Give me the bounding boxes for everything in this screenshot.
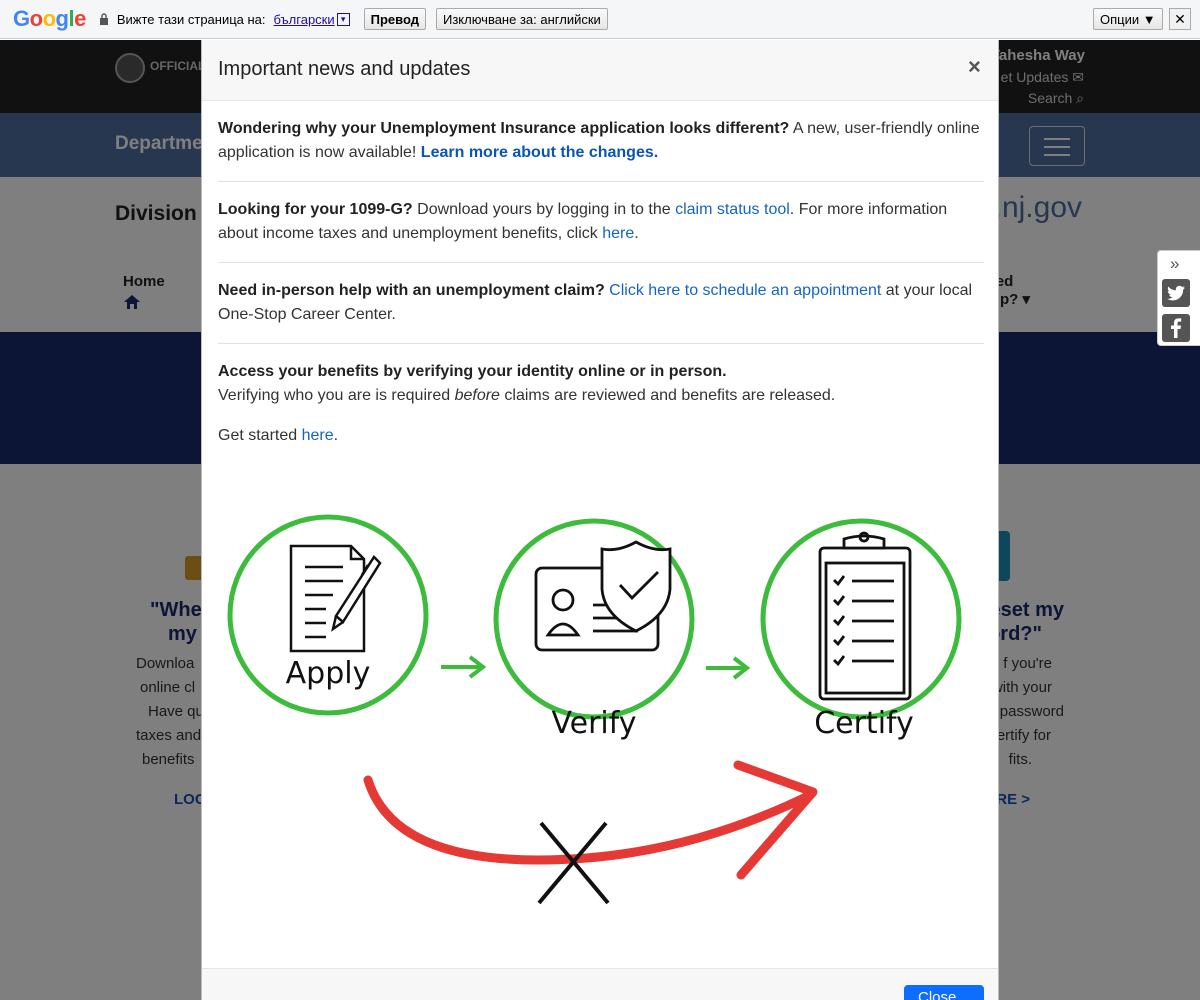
income-taxes-here-link[interactable]: here [602, 225, 634, 242]
news-item-application: Wondering why your Unemployment Insuranc… [218, 101, 984, 182]
close-translate-bar-button[interactable]: ✕ [1169, 8, 1191, 30]
social-share-widget: » [1157, 250, 1200, 346]
clipboard-checklist-icon [818, 531, 912, 701]
translate-prompt: Вижте тази страница на: [116, 11, 266, 27]
close-button[interactable]: Close [904, 985, 984, 1000]
exclude-language-button[interactable]: Изключване за: английски [435, 8, 608, 30]
options-button[interactable]: Опции ▼ [1093, 8, 1163, 30]
twitter-icon[interactable] [1162, 279, 1190, 307]
red-skip-arrow [363, 760, 818, 880]
translate-bar: Google Вижте тази страница на: български… [0, 0, 1200, 39]
modal-footer: Close [202, 968, 998, 1000]
apply-label: Apply [286, 656, 371, 691]
news-item-verify-identity: Access your benefits by verifying your i… [218, 363, 836, 444]
apply-verify-certify-graphic: Apply Verify Certify [227, 514, 962, 905]
modal-header: Important news and updates × [202, 40, 998, 101]
news-modal: Important news and updates × Wondering w… [201, 40, 999, 1000]
id-card-shield-icon [534, 540, 672, 652]
facebook-icon[interactable] [1162, 314, 1190, 342]
green-arrow-1 [441, 655, 487, 679]
language-link[interactable]: български [274, 12, 335, 27]
lock-icon [99, 13, 108, 25]
certify-label: Certify [814, 706, 914, 741]
news-item-in-person-help: Need in-person help with an unemployment… [218, 263, 984, 344]
green-arrow-2 [706, 656, 751, 680]
close-icon[interactable]: × [968, 54, 981, 80]
language-dropdown[interactable]: ▾ [336, 12, 350, 26]
collapse-chevron-icon[interactable]: » [1170, 254, 1179, 274]
schedule-appointment-link[interactable]: Click here to schedule an appointment [605, 282, 881, 299]
modal-body: Wondering why your Unemployment Insuranc… [218, 101, 984, 448]
get-started-link[interactable]: here [302, 427, 334, 444]
claim-status-tool-link[interactable]: claim status tool [675, 201, 790, 218]
news-item-1099g: Looking for your 1099-G? Download yours … [218, 182, 984, 263]
translate-button[interactable]: Превод [363, 8, 426, 30]
certify-circle [760, 518, 962, 720]
learn-more-link[interactable]: Learn more about the changes. [421, 144, 658, 161]
modal-title: Important news and updates [218, 58, 471, 80]
verify-label: Verify [551, 706, 636, 741]
google-logo: Google [13, 6, 86, 31]
document-pen-icon [289, 544, 382, 653]
